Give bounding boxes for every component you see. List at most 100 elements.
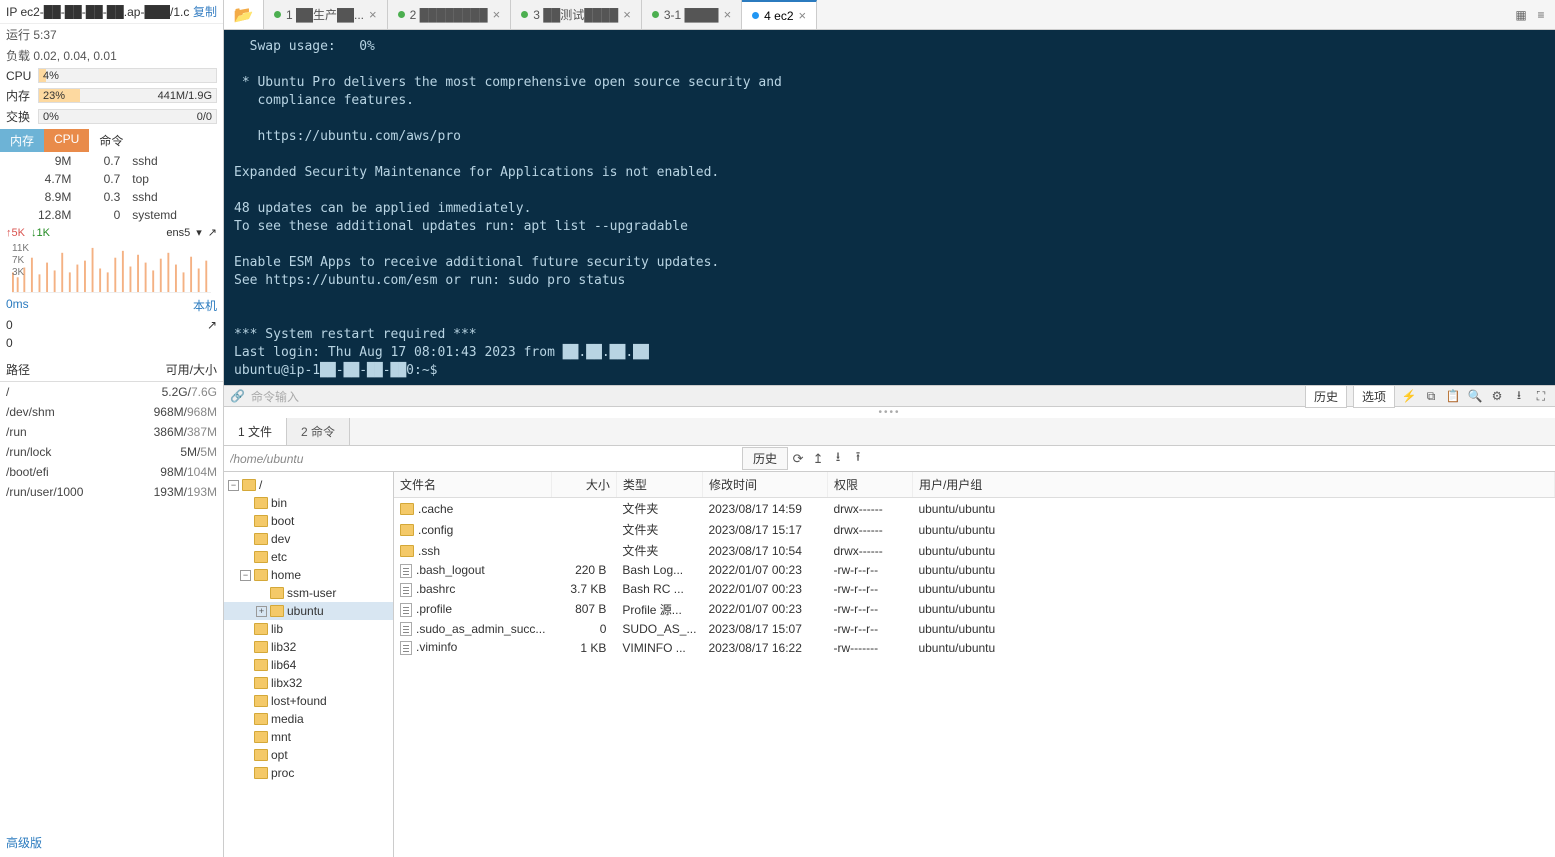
popout-icon[interactable]: ↗ xyxy=(207,318,217,332)
close-icon[interactable]: × xyxy=(623,7,631,22)
net-header: ↑5K ↓1K ens5 ▾ ↗ xyxy=(0,224,223,241)
status-dot-icon xyxy=(752,12,759,19)
tree-node[interactable]: bin xyxy=(224,494,393,512)
file-row[interactable]: .cache文件夹2023/08/17 14:59drwx------ubunt… xyxy=(394,498,1555,520)
search-icon[interactable]: 🔍 xyxy=(1467,388,1483,404)
status-dot-icon xyxy=(398,11,405,18)
status-dot-icon xyxy=(652,11,659,18)
path-input[interactable] xyxy=(224,449,740,469)
session-tab[interactable]: 1 ██生产██...× xyxy=(264,0,388,29)
tree-node[interactable]: lost+found xyxy=(224,692,393,710)
file-row[interactable]: .config文件夹2023/08/17 15:17drwx------ubun… xyxy=(394,519,1555,540)
paste-icon[interactable]: 📋 xyxy=(1445,388,1461,404)
sidebar: IP ec2-██-██-██-██.ap-███/1.co... 复制 运行 … xyxy=(0,0,224,857)
net-interface-select[interactable]: ens5 xyxy=(166,227,190,239)
path-bar: 历史 ⟳ ↥ ⭳ ⭱ xyxy=(224,446,1555,472)
download-file-icon[interactable]: ⭳ xyxy=(828,448,848,470)
copy-icon[interactable]: ⧉ xyxy=(1423,388,1439,404)
sidebar-tab-mem[interactable]: 内存 xyxy=(0,129,44,152)
disk-row[interactable]: /run386M/387M xyxy=(0,422,223,442)
advanced-link[interactable]: 高级版 xyxy=(0,828,223,857)
file-list[interactable]: 文件名 大小 类型 修改时间 权限 用户/用户组 .cache文件夹2023/0… xyxy=(394,472,1555,857)
close-icon[interactable]: × xyxy=(369,7,377,22)
disk-row[interactable]: /boot/efi98M/104M xyxy=(0,462,223,482)
session-tab[interactable]: 4 ec2× xyxy=(742,0,817,29)
session-tab[interactable]: 3 ██测试████× xyxy=(511,0,642,29)
open-folder-icon[interactable]: 📂 xyxy=(224,0,264,29)
tree-node[interactable]: libx32 xyxy=(224,674,393,692)
file-row[interactable]: .profile807 BProfile 源...2022/01/07 00:2… xyxy=(394,599,1555,620)
bolt-icon[interactable]: ⚡ xyxy=(1401,388,1417,404)
status-dot-icon xyxy=(521,11,528,18)
cpu-metric: CPU 4% xyxy=(0,66,223,85)
download-icon[interactable]: ⭳ xyxy=(1511,388,1527,404)
history-button[interactable]: 历史 xyxy=(1305,385,1347,408)
menu-icon[interactable]: ≡ xyxy=(1533,7,1549,23)
proc-row[interactable]: 9M0.7sshd xyxy=(0,152,223,170)
proc-row[interactable]: 4.7M0.7top xyxy=(0,170,223,188)
options-button[interactable]: 选项 xyxy=(1353,385,1395,408)
sidebar-tab-cmd[interactable]: 命令 xyxy=(89,129,133,152)
terminal[interactable]: Swap usage: 0% * Ubuntu Pro delivers the… xyxy=(224,30,1555,385)
status-dot-icon xyxy=(274,11,281,18)
tree-node[interactable]: dev xyxy=(224,530,393,548)
terminal-toolbar: 🔗 命令输入 历史 选项 ⚡ ⧉ 📋 🔍 ⚙ ⭳ ⛶ xyxy=(224,385,1555,407)
fullscreen-icon[interactable]: ⛶ xyxy=(1533,388,1549,404)
tree-node[interactable]: opt xyxy=(224,746,393,764)
tree-node[interactable]: −home xyxy=(224,566,393,584)
proc-row[interactable]: 8.9M0.3sshd xyxy=(0,188,223,206)
tree-node[interactable]: media xyxy=(224,710,393,728)
settings-icon[interactable]: ⚙ xyxy=(1489,388,1505,404)
disk-row[interactable]: /5.2G/7.6G xyxy=(0,382,223,403)
session-tabbar: 📂 1 ██生产██...×2 ████████×3 ██测试████×3-1 … xyxy=(224,0,1555,30)
chevron-down-icon[interactable]: ▾ xyxy=(196,226,202,239)
attach-icon[interactable]: 🔗 xyxy=(230,389,245,403)
filetab-files[interactable]: 1 文件 xyxy=(224,418,287,445)
tree-node[interactable]: ssm-user xyxy=(224,584,393,602)
command-input[interactable]: 命令输入 xyxy=(251,388,1299,405)
tree-node[interactable]: boot xyxy=(224,512,393,530)
disk-row[interactable]: /run/user/1000193M/193M xyxy=(0,482,223,502)
uptime: 运行 5:37 xyxy=(0,24,223,45)
grid-view-icon[interactable]: ▦ xyxy=(1513,7,1529,23)
net-spark-chart: 11K7K3K xyxy=(12,243,211,293)
tree-node[interactable]: mnt xyxy=(224,728,393,746)
tree-node[interactable]: proc xyxy=(224,764,393,782)
popout-icon[interactable]: ↗ xyxy=(208,226,217,239)
disk-row[interactable]: /run/lock5M/5M xyxy=(0,442,223,462)
proc-row[interactable]: 12.8M0systemd xyxy=(0,206,223,224)
path-history-button[interactable]: 历史 xyxy=(742,447,788,470)
sidebar-tab-cpu[interactable]: CPU xyxy=(44,129,89,152)
file-row[interactable]: .sudo_as_admin_succ...0SUDO_AS_...2023/0… xyxy=(394,620,1555,639)
tree-node[interactable]: lib xyxy=(224,620,393,638)
swap-metric: 交换 0%0/0 xyxy=(0,106,223,127)
tree-node[interactable]: lib64 xyxy=(224,656,393,674)
refresh-icon[interactable]: ⟳ xyxy=(788,451,808,467)
copy-ip-link[interactable]: 复制 xyxy=(193,3,217,20)
file-row[interactable]: .viminfo1 KBVIMINFO ...2023/08/17 16:22-… xyxy=(394,638,1555,657)
mem-metric: 内存 23%441M/1.9G xyxy=(0,85,223,106)
latency-host[interactable]: 本机 xyxy=(193,297,217,314)
filetab-cmd[interactable]: 2 命令 xyxy=(287,418,350,445)
upload-file-icon[interactable]: ⭱ xyxy=(848,448,868,470)
close-icon[interactable]: × xyxy=(493,7,501,22)
close-icon[interactable]: × xyxy=(799,8,807,23)
tree-node[interactable]: etc xyxy=(224,548,393,566)
disk-row[interactable]: /dev/shm968M/968M xyxy=(0,402,223,422)
session-tab[interactable]: 2 ████████× xyxy=(388,0,512,29)
load-avg: 负载 0.02, 0.04, 0.01 xyxy=(0,45,223,66)
folder-tree[interactable]: −/ binbootdevetc−homessm-user+ubuntulibl… xyxy=(224,472,394,857)
tree-root[interactable]: −/ xyxy=(224,476,393,494)
host-ip: IP ec2-██-██-██-██.ap-███/1.co... xyxy=(6,5,189,19)
session-tab[interactable]: 3-1 ████× xyxy=(642,0,742,29)
tree-node[interactable]: +ubuntu xyxy=(224,602,393,620)
disk-table: 路径可用/大小 /5.2G/7.6G/dev/shm968M/968M/run3… xyxy=(0,358,223,502)
process-table: 9M0.7sshd4.7M0.7top8.9M0.3sshd12.8M0syst… xyxy=(0,152,223,224)
latency-ms: 0ms xyxy=(6,297,29,314)
close-icon[interactable]: × xyxy=(724,7,732,22)
file-row[interactable]: .bash_logout220 BBash Log...2022/01/07 0… xyxy=(394,561,1555,580)
file-row[interactable]: .ssh文件夹2023/08/17 10:54drwx------ubuntu/… xyxy=(394,540,1555,561)
file-row[interactable]: .bashrc3.7 KBBash RC ...2022/01/07 00:23… xyxy=(394,580,1555,599)
tree-node[interactable]: lib32 xyxy=(224,638,393,656)
up-icon[interactable]: ↥ xyxy=(808,451,828,467)
